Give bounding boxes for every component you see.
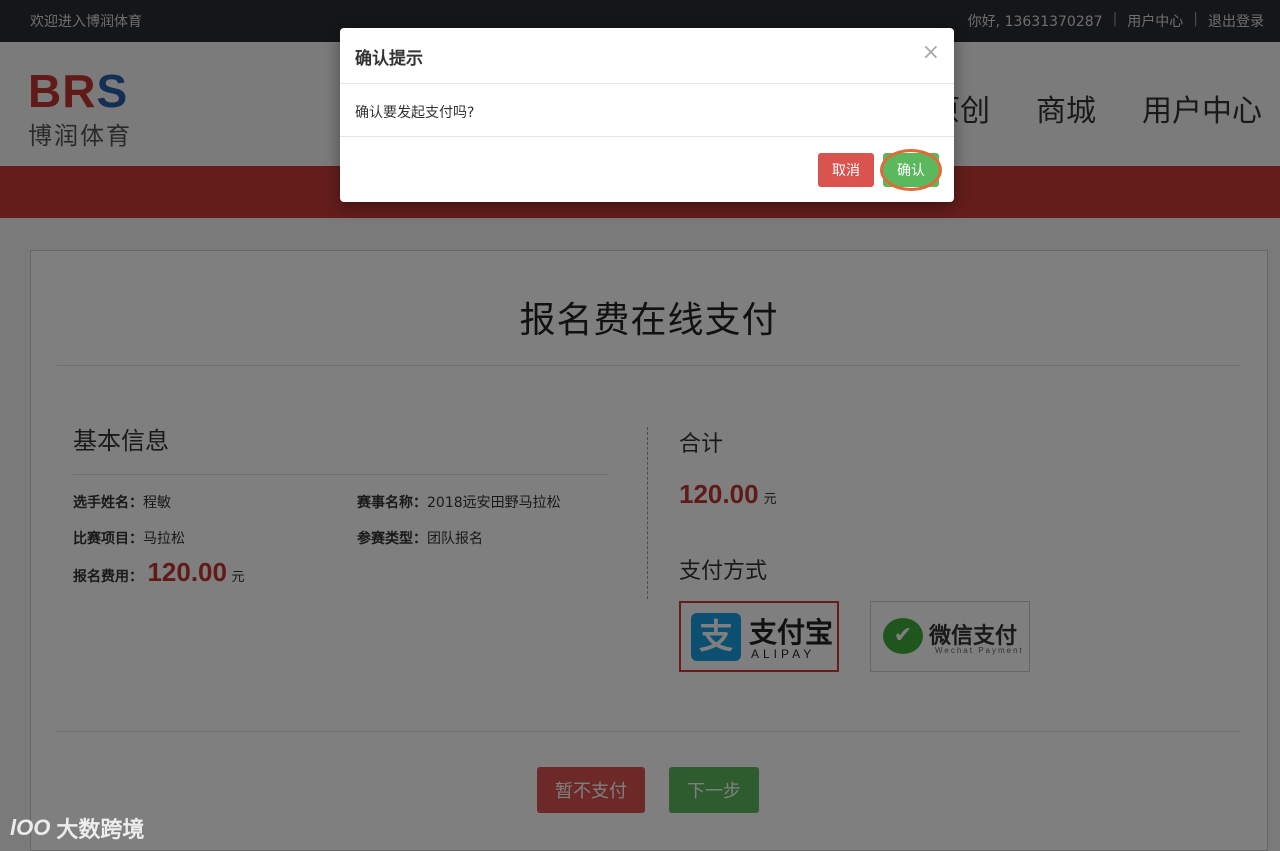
- dialog-message: 确认要发起支付吗?: [355, 105, 475, 121]
- watermark: lOO 大数跨境: [10, 812, 144, 844]
- dialog-footer: 取消 确认: [340, 136, 954, 202]
- watermark-logo-icon: lOO: [10, 815, 51, 840]
- close-icon[interactable]: ×: [922, 40, 940, 65]
- confirm-dialog: 确认提示 × 确认要发起支付吗? 取消 确认: [340, 28, 954, 202]
- dialog-title: 确认提示: [355, 49, 423, 69]
- watermark-text: 大数跨境: [56, 818, 145, 843]
- cancel-button[interactable]: 取消: [818, 153, 874, 187]
- dialog-header: 确认提示 ×: [340, 28, 954, 84]
- confirm-button[interactable]: 确认: [883, 153, 939, 187]
